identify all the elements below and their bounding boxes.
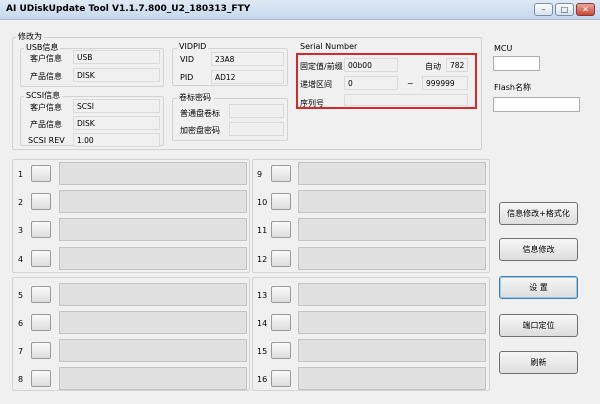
slot-status-bar	[59, 190, 247, 213]
scsi-rev-field[interactable]: 1.00	[73, 133, 160, 147]
serial-number-field[interactable]	[344, 94, 468, 106]
slot-number: 9	[257, 170, 263, 179]
slot-button[interactable]	[31, 286, 51, 303]
slot-number: 7	[18, 347, 24, 356]
settings-button[interactable]: 设 置	[499, 276, 578, 299]
scsi-customer-label: 客户信息	[30, 103, 62, 112]
slot-button[interactable]	[31, 165, 51, 182]
slot-number: 10	[257, 198, 268, 207]
slot-button[interactable]	[31, 221, 51, 238]
slot-number: 4	[18, 255, 24, 264]
slot-status-bar	[59, 339, 247, 362]
title-bar: AI UDiskUpdate Tool V1.1.7.800_U2_180313…	[0, 0, 600, 20]
usb-customer-field[interactable]: USB	[73, 50, 160, 64]
usb-product-field[interactable]: DISK	[73, 68, 160, 82]
slot-status-bar	[298, 283, 486, 306]
slot-button[interactable]	[31, 193, 51, 210]
normal-volume-label: 普通盘卷标	[180, 109, 220, 118]
encrypted-password-label: 加密盘密码	[180, 126, 220, 135]
volume-password-legend: 卷标密码	[177, 92, 213, 103]
pid-label: PID	[180, 73, 194, 82]
slot-number: 8	[18, 375, 24, 384]
serial-number-legend: Serial Number	[300, 42, 358, 51]
encrypted-password-field[interactable]	[229, 122, 284, 136]
slot-button[interactable]	[31, 314, 51, 331]
slot-button[interactable]	[31, 250, 51, 267]
slot-button[interactable]	[31, 342, 51, 359]
slot-number: 1	[18, 170, 24, 179]
slot-status-bar	[59, 218, 247, 241]
close-icon: ✕	[582, 5, 589, 14]
serial-number-label: 序列号	[300, 99, 324, 108]
scsi-rev-label: SCSI REV	[28, 136, 65, 145]
modify-format-button[interactable]: 信息修改+格式化	[499, 202, 578, 225]
serial-range-label: 递增区间	[300, 80, 332, 89]
slot-status-bar	[298, 339, 486, 362]
slot-button[interactable]	[271, 342, 291, 359]
maximize-button[interactable]: □	[555, 3, 574, 16]
slot-button[interactable]	[271, 286, 291, 303]
serial-auto-field[interactable]: 782	[446, 58, 468, 72]
slot-status-bar	[59, 311, 247, 334]
mcu-field[interactable]	[493, 56, 540, 71]
slot-button[interactable]	[271, 314, 291, 331]
slot-status-bar	[298, 190, 486, 213]
slot-number: 15	[257, 347, 268, 356]
slot-button[interactable]	[271, 193, 291, 210]
minimize-button[interactable]: –	[534, 3, 553, 16]
vidpid-legend: VIDPID	[177, 42, 209, 51]
usb-info-legend: USB信息	[24, 42, 61, 53]
slot-number: 2	[18, 198, 24, 207]
slot-button[interactable]	[271, 250, 291, 267]
slot-button[interactable]	[31, 370, 51, 387]
slot-status-bar	[298, 311, 486, 334]
serial-prefix-field[interactable]: 00b00	[344, 58, 398, 72]
slot-status-bar	[59, 247, 247, 270]
slot-status-bar	[298, 162, 486, 185]
slot-number: 3	[18, 226, 24, 235]
mcu-label: MCU	[494, 44, 513, 53]
modify-legend: 修改为	[16, 31, 44, 42]
slot-button[interactable]	[271, 221, 291, 238]
refresh-button[interactable]: 刷新	[499, 351, 578, 374]
vid-label: VID	[180, 55, 194, 64]
serial-range-end-field[interactable]: 999999	[422, 76, 468, 90]
scsi-info-legend: SCSI信息	[24, 90, 63, 101]
slot-status-bar	[298, 367, 486, 390]
slot-status-bar	[59, 283, 247, 306]
flash-name-field[interactable]	[493, 97, 580, 112]
close-button[interactable]: ✕	[576, 3, 595, 16]
slot-number: 6	[18, 319, 24, 328]
pid-field[interactable]: AD12	[211, 70, 284, 84]
maximize-icon: □	[560, 5, 569, 14]
slot-status-bar	[298, 247, 486, 270]
slot-number: 16	[257, 375, 268, 384]
slot-number: 14	[257, 319, 268, 328]
serial-range-separator: ~	[407, 79, 414, 88]
scsi-customer-field[interactable]: SCSI	[73, 99, 160, 113]
vid-field[interactable]: 23A8	[211, 52, 284, 66]
flash-name-label: Flash名称	[494, 83, 531, 92]
slot-number: 12	[257, 255, 268, 264]
port-locate-button[interactable]: 端口定位	[499, 314, 578, 337]
usb-product-label: 产品信息	[30, 72, 62, 81]
slot-status-bar	[59, 162, 247, 185]
slot-button[interactable]	[271, 165, 291, 182]
slot-status-bar	[59, 367, 247, 390]
scsi-product-field[interactable]: DISK	[73, 116, 160, 130]
normal-volume-field[interactable]	[229, 104, 284, 118]
serial-range-start-field[interactable]: 0	[344, 76, 398, 90]
serial-auto-label: 自动	[425, 62, 441, 71]
modify-info-button[interactable]: 信息修改	[499, 238, 578, 261]
serial-prefix-label: 固定值/前缀	[300, 62, 343, 71]
window-title: AI UDiskUpdate Tool V1.1.7.800_U2_180313…	[6, 4, 251, 14]
scsi-product-label: 产品信息	[30, 120, 62, 129]
slot-button[interactable]	[271, 370, 291, 387]
slot-number: 11	[257, 226, 268, 235]
slot-number: 5	[18, 291, 24, 300]
usb-customer-label: 客户信息	[30, 54, 62, 63]
slot-status-bar	[298, 218, 486, 241]
slot-number: 13	[257, 291, 268, 300]
minimize-icon: –	[541, 5, 546, 14]
